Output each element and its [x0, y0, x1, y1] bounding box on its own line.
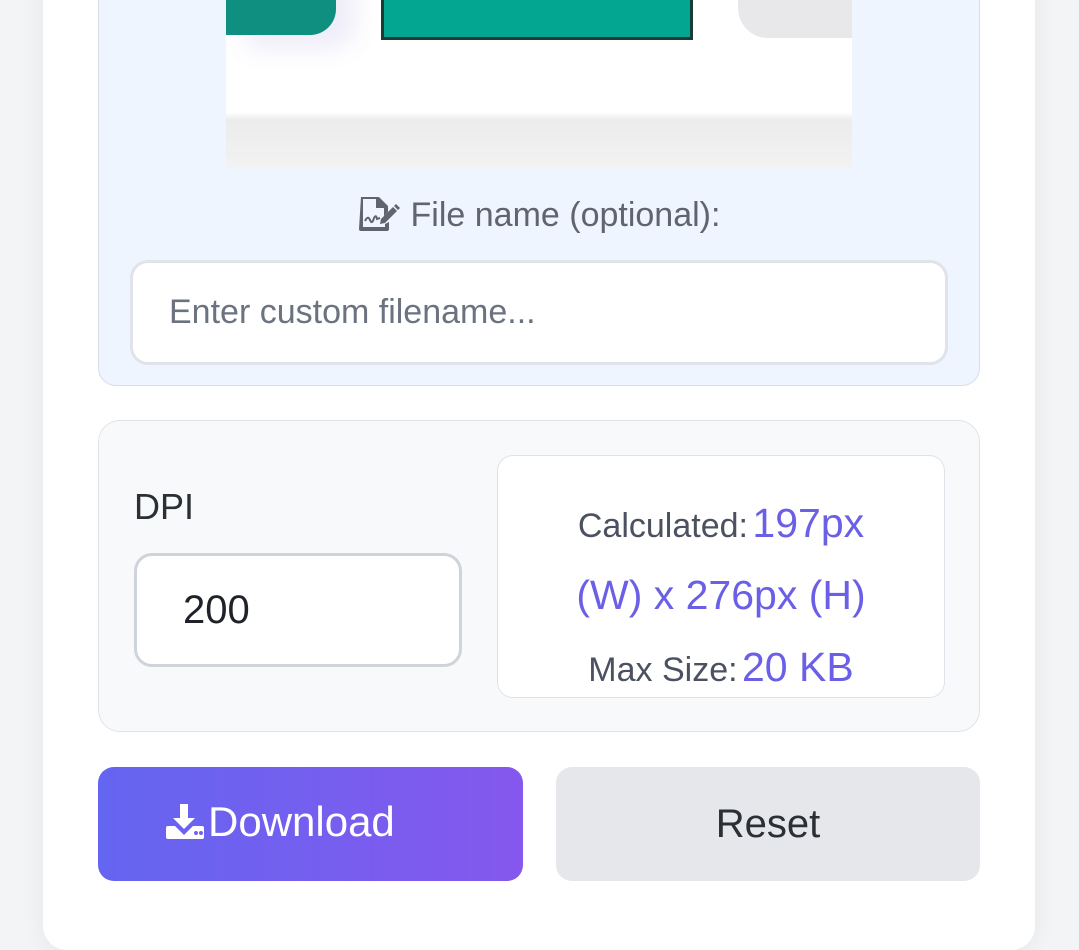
dpi-input[interactable] [134, 553, 462, 667]
reset-button[interactable]: Reset [556, 767, 980, 881]
calculated-width: 197px [752, 500, 865, 546]
calculated-label: Calculated: [577, 507, 748, 545]
calculated-info-box: Calculated: 197px (W) x 276px (H) Max Si… [497, 455, 945, 698]
download-button[interactable]: Download [98, 767, 523, 881]
photo-preview [226, 0, 852, 168]
filename-input[interactable] [130, 260, 948, 365]
filename-label: File name (optional): [0, 193, 1079, 242]
download-label: Download [208, 798, 395, 845]
max-size-value: 20 KB [742, 644, 854, 690]
file-signature-icon [358, 195, 401, 242]
calculated-height: (W) x 276px (H) [576, 572, 866, 618]
download-icon [164, 802, 206, 850]
max-size-label: Max Size: [588, 651, 738, 689]
dpi-label: DPI [134, 486, 195, 527]
